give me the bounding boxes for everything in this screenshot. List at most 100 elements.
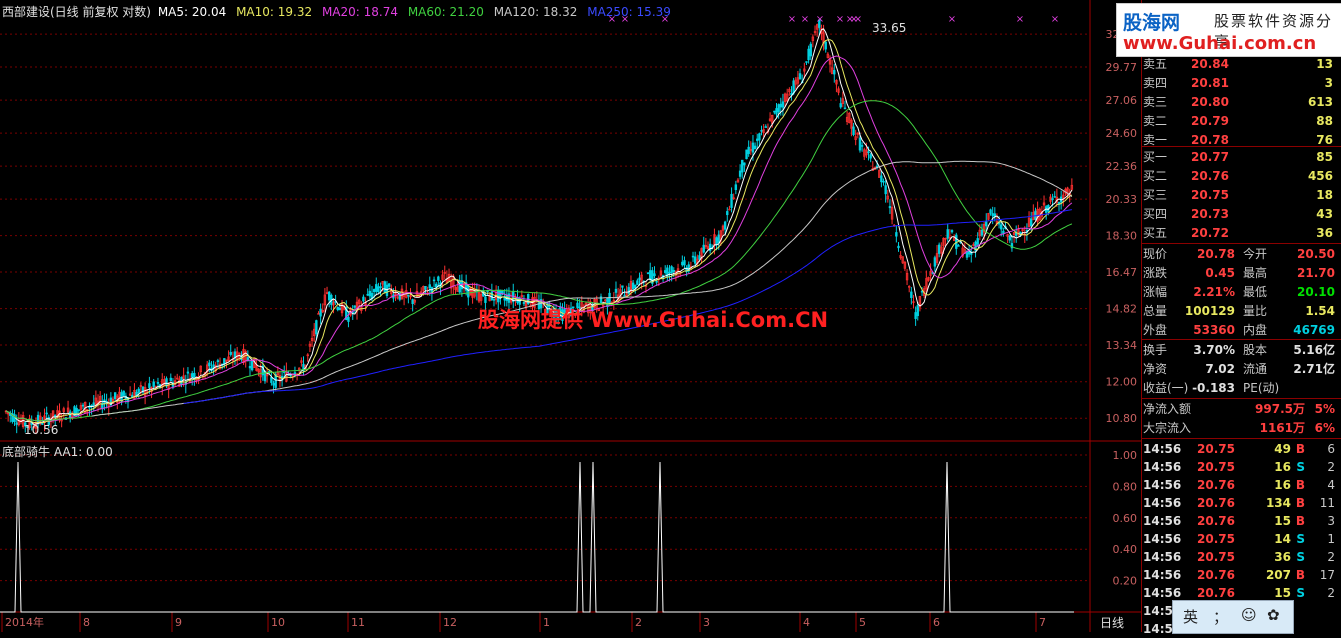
fundamental-row: 换手 3.70% 股本 5.16亿 <box>1143 341 1339 359</box>
signal-marker: × <box>948 14 956 25</box>
flow-value: 997.5万 <box>1255 402 1305 416</box>
tick-time: 14:56 <box>1143 514 1182 528</box>
quote-label: 外盘 <box>1143 323 1168 337</box>
ma10-label: MA10: 19.32 <box>236 5 313 19</box>
fund-value: -0.183 <box>1192 381 1235 395</box>
signal-marker: × <box>854 14 862 25</box>
order-volume: 43 <box>1316 207 1333 221</box>
quote-value: 20.78 <box>1197 247 1235 261</box>
tick-side: B <box>1295 478 1305 492</box>
price-axis-label: 20.33 <box>1106 193 1138 206</box>
tick-count: 2 <box>1327 586 1335 600</box>
quote-value: 2.21% <box>1193 285 1235 299</box>
tick-price: 20.75 <box>1197 532 1235 546</box>
sell-order-row: 卖五 20.84 13 <box>1143 55 1339 73</box>
sell-order-row: 卖二 20.79 88 <box>1143 112 1339 130</box>
fund-value: 3.70% <box>1193 343 1235 357</box>
ma5-label: MA5: 20.04 <box>157 5 227 19</box>
tick-count: 3 <box>1327 514 1335 528</box>
order-label: 卖二 <box>1143 114 1168 128</box>
tick-price: 20.75 <box>1197 442 1235 456</box>
tick-side: B <box>1295 496 1305 510</box>
tick-row: 14:56 20.76 207 B 17 <box>1143 566 1339 584</box>
ime-toolbar[interactable]: 英 ； ☺ ✿ <box>1172 600 1294 634</box>
order-price: 20.79 <box>1191 114 1229 128</box>
ime-settings-icon[interactable]: ✿ <box>1267 606 1280 624</box>
price-axis-label: 24.60 <box>1106 127 1138 140</box>
time-axis-label: 2 <box>635 616 642 629</box>
quote-row: 现价 20.78 今开 20.50 <box>1143 245 1339 263</box>
tick-row: 14:56 20.76 15 B 3 <box>1143 512 1339 530</box>
quote-label: 涨跌 <box>1143 266 1168 280</box>
tick-count: 11 <box>1319 496 1335 510</box>
order-volume: 88 <box>1316 114 1333 128</box>
price-axis-label: 10.80 <box>1106 412 1138 425</box>
signal-marker: × <box>801 14 809 25</box>
ma250-label: MA250: 15.39 <box>587 5 671 19</box>
sell-order-row: 卖四 20.81 3 <box>1143 74 1339 92</box>
tick-side: S <box>1296 550 1305 564</box>
buy-order-row: 买二 20.76 456 <box>1143 167 1339 185</box>
tick-time: 14:56 <box>1143 532 1182 546</box>
order-volume: 3 <box>1324 76 1333 90</box>
tick-volume: 16 <box>1274 460 1291 474</box>
ime-punct-icon[interactable]: ； <box>1213 606 1228 627</box>
sell-order-row: 卖三 20.80 613 <box>1143 93 1339 111</box>
tick-row: 14:56 20.75 14 S 1 <box>1143 530 1339 548</box>
tick-row: 14:56 20.75 16 S 2 <box>1143 458 1339 476</box>
time-axis-label: 1 <box>543 616 550 629</box>
tick-count: 4 <box>1327 478 1335 492</box>
quote-row: 外盘 53360 内盘 46769 <box>1143 321 1339 339</box>
quote-value: 46769 <box>1293 323 1335 337</box>
divider <box>1141 398 1341 399</box>
order-price: 20.80 <box>1191 95 1229 109</box>
quote-value: 0.45 <box>1205 266 1235 280</box>
period-label[interactable]: 日线 <box>1100 614 1124 631</box>
watermark: 股海网提供 Www.Guhai.Com.CN <box>478 308 829 332</box>
time-axis-label: 7 <box>1039 616 1046 629</box>
quote-value: 1.54 <box>1305 304 1335 318</box>
divider <box>1141 438 1341 439</box>
price-axis-label: 12.00 <box>1106 376 1138 389</box>
tick-price: 20.75 <box>1197 550 1235 564</box>
order-volume: 13 <box>1316 57 1333 71</box>
order-label: 卖三 <box>1143 95 1168 109</box>
chart-header: 西部建设(日线 前复权 对数) MA5: 20.04 MA10: 19.32 M… <box>2 3 671 20</box>
site-url: www.Guhai.com.cn <box>1123 33 1317 54</box>
indicator-axis-label: 0.60 <box>1113 512 1138 525</box>
tick-side: B <box>1295 514 1305 528</box>
quote-label: 最低 <box>1243 285 1268 299</box>
tick-volume: 134 <box>1265 496 1291 510</box>
order-volume: 18 <box>1316 188 1333 202</box>
flow-percent: 6% <box>1314 421 1335 435</box>
candle <box>250 360 254 372</box>
order-label: 买五 <box>1143 226 1168 240</box>
tick-time: 14:56 <box>1143 568 1182 582</box>
ma120-label: MA120: 18.32 <box>493 5 578 19</box>
price-axis-label: 27.06 <box>1106 94 1138 107</box>
time-axis-label: 9 <box>175 616 182 629</box>
order-price: 20.75 <box>1191 188 1229 202</box>
flow-row: 净流入额 997.5万 5% <box>1143 400 1339 418</box>
time-axis-label: 3 <box>703 616 710 629</box>
tick-price: 20.76 <box>1197 496 1235 510</box>
tick-volume: 49 <box>1274 442 1291 456</box>
quote-label: 现价 <box>1143 247 1168 261</box>
tick-side: S <box>1296 586 1305 600</box>
ime-smiley-icon[interactable]: ☺ <box>1241 606 1257 624</box>
quote-label: 总量 <box>1143 304 1168 318</box>
order-volume: 85 <box>1316 150 1333 164</box>
buy-order-row: 买五 20.72 36 <box>1143 224 1339 242</box>
quote-value: 53360 <box>1193 323 1235 337</box>
quote-label: 量比 <box>1243 304 1268 318</box>
fund-label: 收益(一) <box>1143 381 1189 395</box>
order-label: 买一 <box>1143 150 1168 164</box>
tick-price: 20.76 <box>1197 478 1235 492</box>
time-axis-label: 2014年 <box>5 615 44 629</box>
quote-label: 涨幅 <box>1143 285 1168 299</box>
ime-mode[interactable]: 英 <box>1183 606 1198 627</box>
order-price: 20.77 <box>1191 150 1229 164</box>
candle <box>383 280 387 293</box>
tick-side: B <box>1295 442 1305 456</box>
buy-order-row: 买四 20.73 43 <box>1143 205 1339 223</box>
